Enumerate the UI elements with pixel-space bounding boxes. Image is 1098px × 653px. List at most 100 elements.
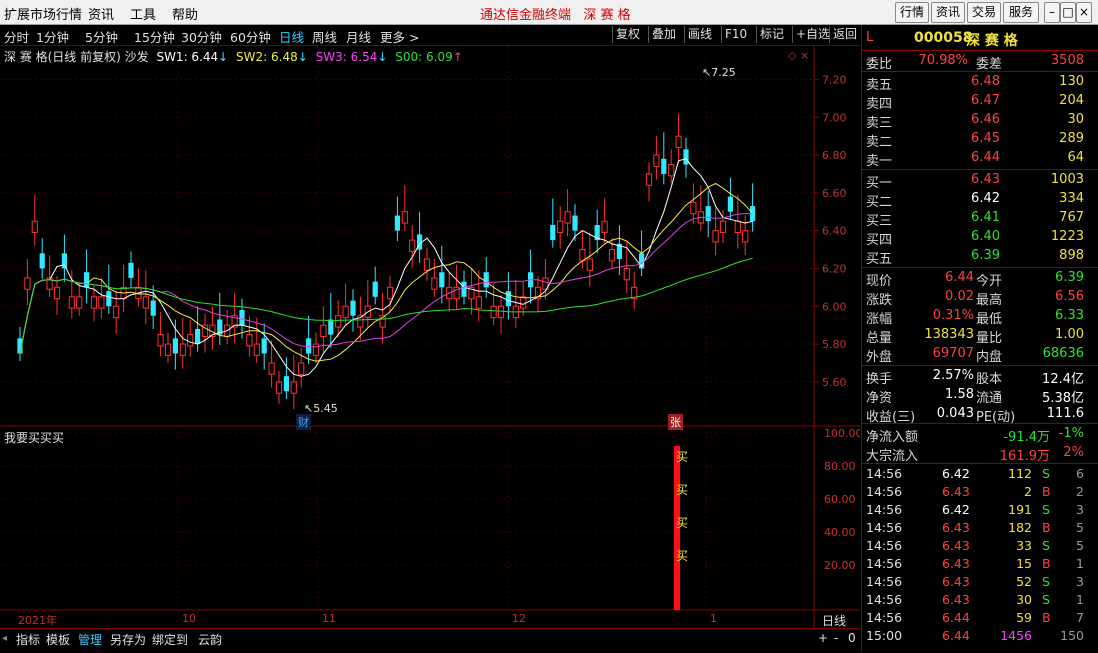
sub-y-tick-label: 40.00 xyxy=(824,526,856,539)
main-pane-header: 深 赛 格(日线 前复权) 沙发 SW1: 6.44↓ SW2: 6.48↓ S… xyxy=(4,48,463,65)
candle-body xyxy=(84,272,90,288)
candle-body xyxy=(239,310,245,326)
sub-y-tick-label: 100.00 xyxy=(824,427,860,440)
tab-cloud[interactable]: 云韵 xyxy=(198,631,222,648)
low-price-value: 5.45 xyxy=(313,402,338,415)
trade-button[interactable]: 交易 xyxy=(967,2,1001,23)
tab-save-as[interactable]: 另存为 xyxy=(110,631,146,648)
candle-body xyxy=(719,220,727,234)
quote-button[interactable]: 行情 xyxy=(895,2,929,23)
tab-1min[interactable]: 1分钟 xyxy=(36,27,69,46)
bid-row: 买一 6.43 1003 xyxy=(862,171,1088,191)
f10-button[interactable]: F10 xyxy=(721,26,750,43)
candle-body xyxy=(39,253,45,269)
draw-button[interactable]: 画线 xyxy=(684,26,715,43)
zoom-out-button[interactable]: - xyxy=(834,631,838,645)
menu-info[interactable]: 资讯 xyxy=(88,4,114,23)
stock-name: 深 赛 格 xyxy=(966,33,1018,49)
tab-template[interactable]: 模板 xyxy=(46,631,70,648)
tick-volume: 112 xyxy=(1008,466,1032,481)
candle-body xyxy=(431,277,438,290)
stat-label: 现价 xyxy=(866,274,893,289)
y-tick-label: 6.00 xyxy=(822,300,847,313)
tick-price: 6.43 xyxy=(942,538,970,553)
candle-body xyxy=(328,319,334,335)
ask-price: 6.48 xyxy=(971,74,1000,89)
mark-button[interactable]: 标记 xyxy=(756,26,787,43)
finance-marker[interactable]: 财 xyxy=(296,414,311,430)
stat-value: 0.043 xyxy=(936,406,974,421)
candle-body xyxy=(653,154,660,167)
tab-bind-to[interactable]: 绑定到 xyxy=(152,631,188,648)
ask-price: 6.44 xyxy=(971,150,1000,165)
tab-indicator[interactable]: 指标 xyxy=(16,631,40,648)
service-button[interactable]: 服务 xyxy=(1003,2,1039,23)
candle-body xyxy=(490,305,497,319)
tab-60min[interactable]: 60分钟 xyxy=(230,27,271,46)
sw1-label: SW1: 6.44 xyxy=(156,50,219,64)
limit-up-marker[interactable]: 张 xyxy=(668,414,683,430)
menu-extended-market[interactable]: 扩展市场行情 xyxy=(4,4,82,23)
stat-label: 股本 xyxy=(976,372,1003,387)
back-button[interactable]: 返回 xyxy=(829,26,860,43)
tab-monthly[interactable]: 月线 xyxy=(346,27,371,46)
tab-intraday[interactable]: 分时 xyxy=(4,27,29,46)
flow-percent: 2% xyxy=(1063,445,1084,460)
tick-time: 14:56 xyxy=(866,556,903,571)
menu-help[interactable]: 帮助 xyxy=(172,4,198,23)
adjust-button[interactable]: 复权 xyxy=(612,26,643,43)
ask-label: 卖一 xyxy=(866,154,893,169)
minimize-button[interactable]: – xyxy=(1044,2,1060,23)
maximize-button[interactable]: □ xyxy=(1060,2,1076,23)
stat-value: 1.00 xyxy=(1055,327,1084,342)
ask-label: 卖四 xyxy=(866,97,893,112)
tick-time: 14:56 xyxy=(866,574,903,589)
tick-price: 6.43 xyxy=(942,484,970,499)
menu-tools[interactable]: 工具 xyxy=(130,4,156,23)
candle-body xyxy=(76,296,83,309)
weicha-value: 3508 xyxy=(1050,53,1084,68)
info-button[interactable]: 资讯 xyxy=(931,2,965,23)
tick-price: 6.43 xyxy=(942,556,970,571)
tab-manage[interactable]: 管理 xyxy=(78,631,102,648)
tick-time: 14:56 xyxy=(866,610,903,625)
ask-row: 卖二 6.45 289 xyxy=(862,130,1088,150)
tab-more[interactable]: 更多 > xyxy=(380,27,419,46)
tick-side: B xyxy=(1042,610,1051,625)
overlay-button[interactable]: 叠加 xyxy=(648,26,679,43)
bid-price: 6.42 xyxy=(971,191,1000,206)
buy-label-1: 买 xyxy=(676,450,689,464)
divider xyxy=(862,423,1098,424)
tab-30min[interactable]: 30分钟 xyxy=(181,27,222,46)
pane-option-icons[interactable]: ◇ × xyxy=(788,49,809,62)
reset-zoom-button[interactable]: 0 xyxy=(848,631,856,645)
candle-body xyxy=(157,334,164,347)
candle-body xyxy=(24,277,31,290)
stat-label: 流通 xyxy=(976,391,1003,406)
trade-tick-row: 14:56 6.43 182 B 5 xyxy=(862,519,1088,537)
buy-label-3: 买 xyxy=(676,516,689,530)
tab-15min[interactable]: 15分钟 xyxy=(134,27,175,46)
bid-price: 6.39 xyxy=(971,248,1000,263)
candle-body xyxy=(90,296,98,309)
sub-y-tick-label: 80.00 xyxy=(824,460,856,473)
candle-body xyxy=(623,267,630,281)
stat-row: 净资 1.58 流通 5.38亿 xyxy=(862,386,1088,406)
tab-weekly[interactable]: 周线 xyxy=(312,27,337,46)
candle-body xyxy=(734,220,741,234)
add-watchlist-button[interactable]: +自选 xyxy=(792,26,833,43)
quote-panel: L 000058 深 赛 格 委比 70.98% 委差 3508 卖五 6.48… xyxy=(861,25,1098,652)
candle-body xyxy=(68,296,75,309)
tab-daily[interactable]: 日线 xyxy=(279,27,304,46)
tab-5min[interactable]: 5分钟 xyxy=(85,27,118,46)
zoom-in-button[interactable]: + xyxy=(818,631,828,645)
candle-body xyxy=(742,230,749,243)
candle-body xyxy=(668,164,675,177)
menu-bar: 扩展市场行情 资讯 工具 帮助 通达信金融终端 深 赛 格 行情 资讯 交易 服… xyxy=(0,0,1098,25)
candle-body xyxy=(290,381,297,394)
kline-chart[interactable]: 7.20 7.00 6.80 6.60 6.40 6.20 6.00 5.80 5.60 100… xyxy=(0,46,860,628)
close-button[interactable]: × xyxy=(1076,2,1092,23)
divider xyxy=(862,463,1098,464)
scroll-left-icon[interactable]: ◂ xyxy=(2,633,7,644)
y-tick-label: 6.40 xyxy=(822,225,847,238)
